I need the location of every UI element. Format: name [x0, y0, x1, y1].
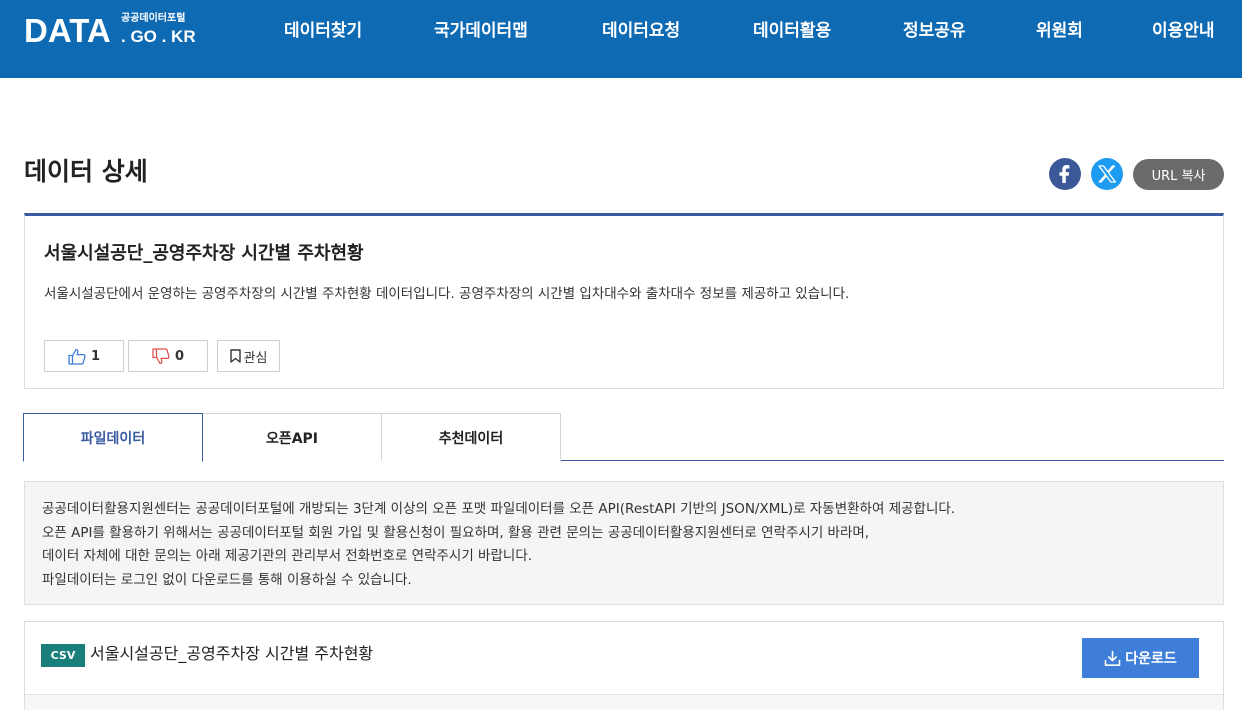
- nav-item-data-usage[interactable]: 데이터활용: [753, 20, 831, 42]
- download-icon: [1104, 650, 1121, 666]
- file-name: 서울시설공단_공영주차장 시간별 주차현황: [90, 644, 374, 663]
- notice-line: 데이터 자체에 대한 문의는 아래 제공기관의 관리부서 전화번호로 연락주시기…: [42, 548, 533, 564]
- nav-item-info-share[interactable]: 정보공유: [903, 20, 966, 42]
- file-data-notice: 공공데이터활용지원센터는 공공데이터포털에 개방되는 3단계 이상의 오픈 포맷…: [24, 481, 1224, 605]
- facebook-share-button[interactable]: [1049, 158, 1081, 190]
- tab-recommended-data[interactable]: 추천데이터: [381, 413, 561, 461]
- like-button[interactable]: 1: [44, 340, 124, 372]
- bookmark-icon: [229, 349, 241, 363]
- tab-file-data[interactable]: 파일데이터: [23, 413, 203, 462]
- logo-sub-text: 공공데이터포털: [121, 13, 186, 24]
- nav-item-find-data[interactable]: 데이터찾기: [284, 20, 362, 42]
- notice-line: 오픈 API를 활용하기 위해서는 공공데이터포털 회원 가입 및 활용신청이 …: [42, 524, 870, 541]
- favorite-button[interactable]: 관심: [217, 340, 280, 372]
- like-count: 1: [90, 348, 101, 364]
- thumbs-down-icon: [152, 347, 170, 364]
- nav-item-committee[interactable]: 위원회: [1036, 20, 1083, 42]
- x-share-button[interactable]: [1091, 158, 1123, 190]
- detail-tabs: 파일데이터 오픈API 추천데이터: [23, 413, 1224, 462]
- dataset-description: 서울시설공단에서 운영하는 공영주차장의 시간별 주차현황 데이터입니다. 공영…: [44, 286, 850, 302]
- tab-open-api[interactable]: 오픈API: [202, 413, 382, 461]
- dataset-summary: 서울시설공단_공영주차장 시간별 주차현황 서울시설공단에서 운영하는 공영주차…: [24, 213, 1224, 389]
- nav-item-data-request[interactable]: 데이터요청: [602, 20, 680, 42]
- url-copy-button[interactable]: URL 복사: [1133, 159, 1224, 190]
- page-title: 데이터 상세: [24, 157, 148, 186]
- dislike-count: 0: [174, 348, 185, 364]
- facebook-icon: [1059, 165, 1070, 183]
- thumbs-up-icon: [68, 348, 86, 365]
- download-button[interactable]: 다운로드: [1082, 638, 1199, 678]
- notice-line: 공공데이터활용지원센터는 공공데이터포털에 개방되는 3단계 이상의 오픈 포맷…: [42, 501, 956, 517]
- file-detail-area: [25, 695, 1223, 710]
- logo-main-text: DATA: [24, 12, 111, 49]
- favorite-label: 관심: [243, 350, 268, 366]
- nav-item-guide[interactable]: 이용안내: [1152, 20, 1215, 42]
- dislike-button[interactable]: 0: [128, 340, 208, 372]
- global-header: DATA 공공데이터포털 . GO . KR 데이터찾기 국가데이터맵 데이터요…: [0, 0, 1242, 78]
- dataset-title: 서울시설공단_공영주차장 시간별 주차현황: [44, 243, 364, 264]
- file-item: CSV 서울시설공단_공영주차장 시간별 주차현황 다운로드: [24, 621, 1224, 710]
- nav-item-national-data-map[interactable]: 국가데이터맵: [434, 20, 528, 42]
- download-label: 다운로드: [1125, 651, 1177, 667]
- x-icon: [1098, 165, 1117, 183]
- file-format-badge: CSV: [41, 644, 85, 667]
- notice-line: 파일데이터는 로그인 없이 다운로드를 통해 이용하실 수 있습니다.: [42, 571, 412, 588]
- logo-domain-text: . GO . KR: [121, 27, 196, 46]
